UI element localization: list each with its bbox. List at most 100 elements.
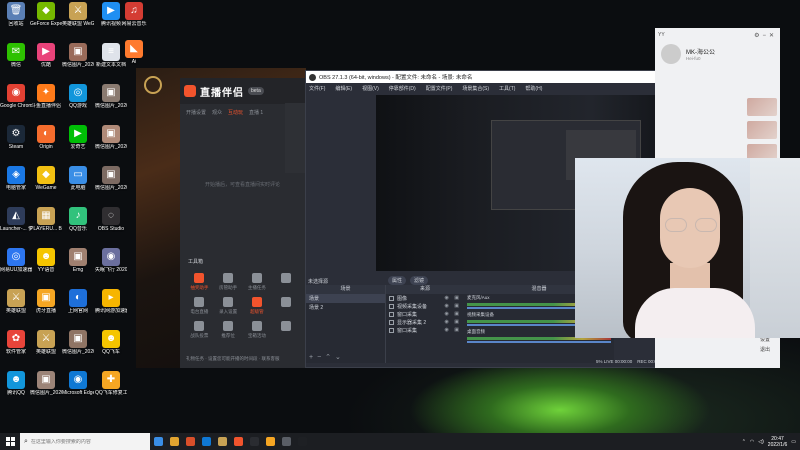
- desktop-icon[interactable]: ◆GeForce Experience: [30, 2, 62, 27]
- chevron-up-icon[interactable]: ⌃: [742, 439, 746, 445]
- desktop-icon[interactable]: ◎ 网易UU加速器: [0, 248, 32, 273]
- desktop-icon[interactable]: ▶ 爱奇艺: [62, 125, 94, 150]
- desktop-icon[interactable]: ▣微信图片_2020121...: [95, 166, 127, 191]
- desktop-icon[interactable]: ☻ 腾讯QQ: [0, 371, 32, 396]
- toolbox-item[interactable]: [272, 321, 299, 339]
- live-tab[interactable]: 直播 1: [249, 109, 263, 116]
- toolbox-item[interactable]: [272, 297, 299, 315]
- desktop-icon[interactable]: ▣微信图片_2020110...: [95, 125, 127, 150]
- taskbar-app-button[interactable]: [262, 433, 278, 450]
- search-input[interactable]: [30, 438, 141, 445]
- toolbox-item[interactable]: 超级管: [244, 297, 271, 315]
- volume-fader[interactable]: [467, 341, 611, 343]
- desktop-icon[interactable]: ◐ 上网官网: [62, 289, 94, 314]
- desktop-icon[interactable]: ◉失眠飞行 2020083...: [95, 248, 127, 273]
- desktop-icon[interactable]: ▣ Emg: [62, 248, 94, 273]
- scene-item[interactable]: 场景 2: [306, 303, 385, 312]
- desktop-icon[interactable]: ▣ 虎牙直播: [30, 289, 62, 314]
- network-icon[interactable]: ◠: [750, 439, 754, 445]
- live-tab[interactable]: 开播设置: [186, 109, 206, 116]
- desktop-icon[interactable]: ⚔ 英雄联盟: [30, 330, 62, 355]
- thumbnail[interactable]: [747, 98, 777, 116]
- scenes-toolbar[interactable]: +−⌃⌄: [309, 353, 345, 361]
- visibility-icon[interactable]: ◉ ▣: [445, 295, 461, 301]
- desktop-icon[interactable]: ✚QQ飞车修复工具: [95, 371, 127, 396]
- taskbar-app-button[interactable]: [214, 433, 230, 450]
- desktop-icon[interactable]: ◣ Ai: [118, 40, 150, 65]
- obs-menu-item[interactable]: 视图(V): [362, 85, 379, 92]
- desktop-icon[interactable]: ▶ 优酷: [30, 43, 62, 68]
- chat-window-controls[interactable]: ⚙−✕: [754, 32, 777, 39]
- desktop-icon[interactable]: ▣微信图片_2020090...: [95, 84, 127, 109]
- taskbar-app-button[interactable]: [294, 433, 310, 450]
- taskbar-app-button[interactable]: [166, 433, 182, 450]
- toolbox-item[interactable]: 电台直播: [186, 297, 213, 315]
- scene-item[interactable]: 场景: [306, 294, 385, 303]
- toolbox-item[interactable]: 房管助手: [215, 273, 242, 291]
- source-item[interactable]: 显示器采集 2 ◉ ▣: [386, 318, 464, 326]
- source-item[interactable]: 窗口采集 ◉ ▣: [386, 310, 464, 318]
- toolbox-item[interactable]: 宝箱活动: [244, 321, 271, 339]
- taskbar-app-button[interactable]: [198, 433, 214, 450]
- taskbar-app-button[interactable]: [182, 433, 198, 450]
- desktop-icon[interactable]: ▣微信图片_2020091...: [30, 371, 62, 396]
- obs-menu-item[interactable]: 编辑(E): [335, 85, 352, 92]
- obs-menu-item[interactable]: 文件(F): [309, 85, 325, 92]
- notification-icon[interactable]: ▭: [791, 439, 796, 445]
- obs-menu-item[interactable]: 场景集合(S): [462, 85, 489, 92]
- desktop-icon[interactable]: ◌ OBS Studio: [95, 207, 127, 232]
- desktop-icon[interactable]: ⚔ 英雄联盟: [0, 289, 32, 314]
- visibility-icon[interactable]: ◉ ▣: [445, 319, 461, 325]
- live-tab[interactable]: 观众: [212, 109, 222, 116]
- desktop-icon[interactable]: ◉ Google Chrome: [0, 84, 32, 109]
- desktop-icon[interactable]: ◉ Microsoft Edge: [62, 371, 94, 396]
- desktop-icon[interactable]: 🗑 回收站: [0, 2, 32, 27]
- chat-profile[interactable]: MK-海公公 Hei-fu0: [655, 42, 780, 66]
- desktop-icon[interactable]: ♫ 网易云音乐: [118, 2, 150, 27]
- toolbox-item[interactable]: 录入设置: [215, 297, 242, 315]
- avatar[interactable]: [661, 44, 681, 64]
- desktop-icon[interactable]: ♪ QQ音乐: [62, 207, 94, 232]
- live-tab[interactable]: 互动玩: [228, 109, 243, 116]
- toolbox-item[interactable]: [272, 273, 299, 291]
- desktop-icon[interactable]: ▸ 腾讯网游加速器: [95, 289, 127, 314]
- desktop-icon[interactable]: ▦PLAYERU... BATTLEGR...: [30, 207, 62, 232]
- taskbar-search[interactable]: ⌕: [20, 433, 150, 450]
- obs-menu-item[interactable]: 配置文件(P): [426, 85, 453, 92]
- toolbox-item[interactable]: 推荐位: [215, 321, 242, 339]
- source-item[interactable]: 视频采集设备 ◉ ▣: [386, 302, 464, 310]
- desktop-icon[interactable]: ◆ WeGame: [30, 166, 62, 191]
- toolbox-item[interactable]: 主播任务: [244, 273, 271, 291]
- start-button[interactable]: [0, 433, 20, 450]
- properties-button[interactable]: 属性: [388, 276, 407, 285]
- desktop-icon[interactable]: ◈ 电脑管家: [0, 166, 32, 191]
- desktop-icon[interactable]: ◐ Origin: [30, 125, 62, 150]
- desktop-icon[interactable]: ☻ QQ飞车: [95, 330, 127, 355]
- obs-menu-item[interactable]: 帮助(H): [525, 85, 542, 92]
- toolbox-item[interactable]: 抽奖助手: [186, 273, 213, 291]
- visibility-icon[interactable]: ◉ ▣: [445, 327, 461, 333]
- source-item[interactable]: 图像 ◉ ▣: [386, 294, 464, 302]
- filters-button[interactable]: 滤镜: [410, 276, 429, 285]
- volume-icon[interactable]: ◁): [758, 439, 764, 445]
- desktop-icon[interactable]: ▣微信图片_2020081...: [62, 330, 94, 355]
- taskbar-app-button[interactable]: [150, 433, 166, 450]
- source-item[interactable]: 窗口采集 ◉ ▣: [386, 326, 464, 334]
- taskbar-app-button[interactable]: [278, 433, 294, 450]
- desktop-icon[interactable]: ⚔英雄联盟 WeGame版: [62, 2, 94, 27]
- exit-button[interactable]: 退出: [760, 346, 770, 353]
- desktop-icon[interactable]: ▭ 此电脑: [62, 166, 94, 191]
- desktop-icon[interactable]: ◭Launcher-... 快捷方式: [0, 207, 32, 232]
- desktop-icon[interactable]: ⚙ Steam: [0, 125, 32, 150]
- desktop-icon[interactable]: ✿ 软件管家: [0, 330, 32, 355]
- visibility-icon[interactable]: ◉ ▣: [445, 303, 461, 309]
- desktop-icon[interactable]: ▣微信图片_2020091...: [62, 43, 94, 68]
- desktop-icon[interactable]: ◎ QQ游戏: [62, 84, 94, 109]
- taskbar-app-button[interactable]: [246, 433, 262, 450]
- visibility-icon[interactable]: ◉ ▣: [445, 311, 461, 317]
- thumbnail[interactable]: [747, 121, 777, 139]
- obs-menu-item[interactable]: 停靠部件(D): [389, 85, 416, 92]
- taskbar-app-button[interactable]: [230, 433, 246, 450]
- taskbar-clock[interactable]: 20:47 2022/1/6: [768, 436, 787, 448]
- desktop-icon[interactable]: ✦ 斗鱼直播伴侣: [30, 84, 62, 109]
